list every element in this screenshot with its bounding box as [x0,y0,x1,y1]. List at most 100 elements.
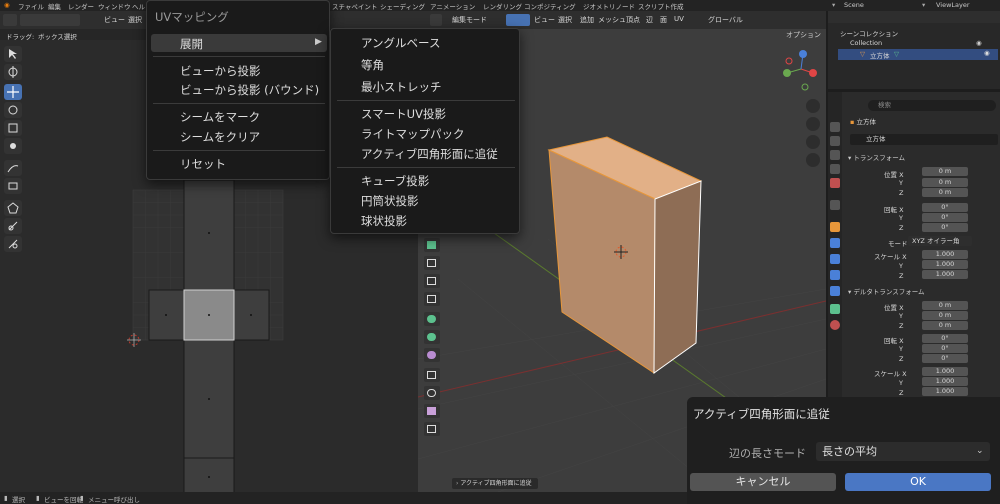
material-tab-icon[interactable] [830,320,840,330]
select-mode-buttons[interactable] [20,14,80,26]
scale-x-field[interactable]: 1.000 [922,250,968,259]
rotation-mode-dropdown[interactable]: XYZ オイラー角 [908,236,972,246]
shrink-fatten-tool-icon[interactable] [424,386,440,400]
menu-edit[interactable]: 編集 [48,1,61,11]
pinch-tool-icon[interactable] [4,218,22,234]
view-layer-tab-icon[interactable] [830,164,840,174]
vp-vertex-menu[interactable]: 頂点 [626,15,640,25]
physics-tab-icon[interactable] [830,270,840,280]
rip-tool-icon[interactable] [4,236,22,252]
delta-location-x-field[interactable]: 0 m [922,301,968,310]
knife-tool-icon[interactable] [424,312,440,326]
modifier-tab-icon[interactable] [830,238,840,248]
menu-help[interactable]: ヘル [132,1,145,11]
cancel-button[interactable]: キャンセル [690,473,836,491]
editor-type-icon[interactable] [3,14,17,26]
loop-cut-tool-icon[interactable] [424,292,440,306]
perspective-grid-icon[interactable] [806,153,820,167]
transform-panel-header[interactable]: ▾ トランスフォーム [848,152,905,162]
camera-view-icon[interactable] [806,135,820,149]
last-operator-label[interactable]: › アクティブ四角形面に追従 [452,478,538,489]
tool-tab-icon[interactable] [830,122,840,132]
uv-menu-item-reset[interactable]: リセット [180,156,226,172]
delta-location-y-field[interactable]: 0 m [922,311,968,320]
vp-uv-menu[interactable]: UV [674,15,684,23]
options-dropdown[interactable]: オプション [786,30,821,40]
blender-logo-icon[interactable]: ◉ [4,1,10,9]
output-tab-icon[interactable] [830,150,840,160]
vp-add-menu[interactable]: 追加 [580,15,594,25]
delta-location-z-field[interactable]: 0 m [922,321,968,330]
relax-tool-icon[interactable] [4,200,22,216]
collection-row[interactable]: Collection ◉ [850,39,998,47]
uv-view-menu[interactable]: ビュー [104,15,125,25]
delta-rotation-x-field[interactable]: 0° [922,334,968,343]
scene-name[interactable]: Scene [844,1,864,9]
unwrap-angle-based[interactable]: アングルベース [361,35,440,51]
location-z-field[interactable]: 0 m [922,188,968,197]
rip-region-tool-icon[interactable] [424,422,440,436]
unwrap-conformal[interactable]: 等角 [361,57,384,73]
workspace-tab-rendering[interactable]: レンダリング [483,1,522,11]
view-layer-icon[interactable]: ▾ [922,1,925,9]
workspace-tab-shading[interactable]: シェーディング [380,1,425,11]
vp-view-menu[interactable]: ビュー [534,15,555,25]
rotation-z-field[interactable]: 0° [922,223,968,232]
delta-scale-x-field[interactable]: 1.000 [922,367,968,376]
object-name-field[interactable]: 立方体 [850,134,998,145]
workspace-tab-texture-paint[interactable]: スチャペイント [332,1,377,11]
editor-type-icon[interactable] [430,14,442,26]
uv-menu-item-clear-seam[interactable]: シームをクリア [180,129,260,145]
uv-menu-item-project-from-view[interactable]: ビューから投影 [180,63,261,79]
scene-icon[interactable]: ▾ [832,1,835,9]
rotation-y-field[interactable]: 0° [922,213,968,222]
workspace-tab-geometry-nodes[interactable]: ジオメトリノード [583,1,635,11]
menu-render[interactable]: レンダー [68,1,94,11]
transform-tool-icon[interactable] [4,138,22,154]
pan-hand-icon[interactable] [806,117,820,131]
view-layer-name[interactable]: ViewLayer [936,1,970,9]
workspace-tab-compositing[interactable]: コンポジティング [524,1,576,11]
rotate-tool-icon[interactable] [4,102,22,118]
scale-y-field[interactable]: 1.000 [922,260,968,269]
unwrap-lightmap-pack[interactable]: ライトマップパック [361,126,465,142]
poly-build-tool-icon[interactable] [424,330,440,344]
edge-length-mode-dropdown[interactable]: 長さの平均 ⌄ [816,442,990,461]
delta-scale-z-field[interactable]: 1.000 [922,387,968,396]
shear-tool-icon[interactable] [424,404,440,418]
smooth-tool-icon[interactable] [424,368,440,382]
vp-select-menu[interactable]: 選択 [558,15,572,25]
unwrap-cylinder-projection[interactable]: 円筒状投影 [361,193,419,209]
scene-tab-icon[interactable] [830,178,840,188]
select-mode-buttons[interactable] [506,14,530,26]
scale-tool-icon[interactable] [4,120,22,136]
scene-collection-row[interactable]: シーンコレクション [840,28,898,38]
select-tool-icon[interactable] [4,46,22,62]
annotate-tool-icon[interactable] [4,160,22,176]
menu-window[interactable]: ウィンドウ [98,1,131,11]
move-tool-icon[interactable] [4,84,22,100]
workspace-tab-animation[interactable]: アニメーション [430,1,475,11]
unwrap-sphere-projection[interactable]: 球状投影 [361,213,407,229]
vp-face-menu[interactable]: 面 [660,15,667,25]
inset-tool-icon[interactable] [424,256,440,270]
world-tab-icon[interactable] [830,200,840,210]
delta-transform-panel-header[interactable]: ▾ デルタトランスフォーム [848,286,925,296]
location-y-field[interactable]: 0 m [922,178,968,187]
vp-edge-menu[interactable]: 辺 [646,15,653,25]
unwrap-cube-projection[interactable]: キューブ投影 [361,173,429,189]
edit-mode-dropdown[interactable]: 編集モード [452,15,487,25]
orientation-dropdown[interactable]: グローバル [708,15,743,25]
location-x-field[interactable]: 0 m [922,167,968,176]
menu-file[interactable]: ファイル [18,1,44,11]
delta-rotation-z-field[interactable]: 0° [922,354,968,363]
uv-menu-item-mark-seam[interactable]: シームをマーク [180,109,260,125]
unwrap-minimum-stretch[interactable]: 最小ストレッチ [361,79,442,95]
vp-mesh-menu[interactable]: メッシュ [598,15,626,25]
visibility-eye-icon[interactable]: ◉ [976,39,982,47]
delta-scale-y-field[interactable]: 1.000 [922,377,968,386]
ok-button[interactable]: OK [845,473,991,491]
particles-tab-icon[interactable] [830,254,840,264]
scale-z-field[interactable]: 1.000 [922,270,968,279]
data-tab-icon[interactable] [830,304,840,314]
